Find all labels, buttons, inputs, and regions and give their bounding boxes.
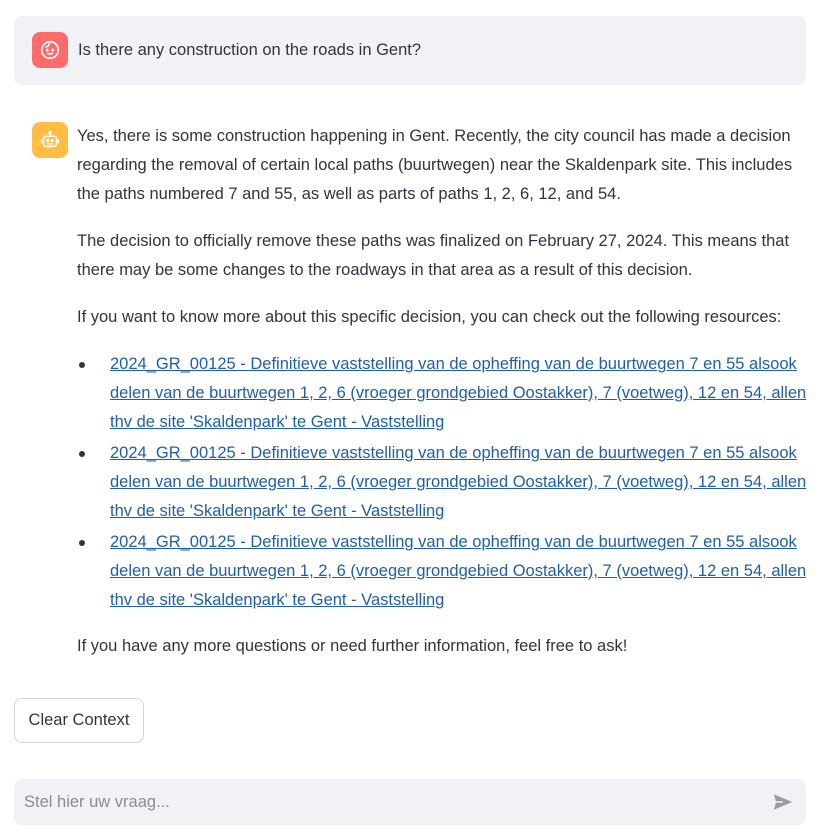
bullet-dot — [79, 451, 85, 457]
user-message-text: Is there any construction on the roads i… — [78, 41, 422, 59]
resource-link[interactable]: 2024_GR_00125 - Definitieve vaststelling… — [110, 533, 806, 609]
bullet-dot — [79, 540, 85, 546]
resource-list-item: 2024_GR_00125 - Definitieve vaststelling… — [79, 528, 807, 615]
user-face-icon — [40, 40, 60, 60]
resource-list-item: 2024_GR_00125 - Definitieve vaststelling… — [79, 439, 807, 526]
chat-page: Is there any construction on the roads i… — [0, 0, 832, 837]
assistant-paragraph: If you want to know more about this spec… — [77, 308, 782, 326]
assistant-avatar — [32, 122, 68, 158]
resource-link[interactable]: 2024_GR_00125 - Definitieve vaststelling… — [110, 355, 806, 431]
resource-link[interactable]: 2024_GR_00125 - Definitieve vaststelling… — [110, 444, 806, 520]
assistant-paragraph: Yes, there is some construction happenin… — [77, 127, 793, 203]
assistant-paragraph: The decision to officially remove these … — [77, 232, 790, 279]
user-message: Is there any construction on the roads i… — [14, 16, 806, 85]
clear-context-button[interactable]: Clear Context — [14, 698, 144, 743]
resource-list: 2024_GR_00125 - Definitieve vaststelling… — [77, 350, 807, 615]
user-avatar — [32, 32, 68, 68]
chat-input[interactable] — [14, 779, 754, 825]
send-button[interactable] — [770, 789, 796, 815]
assistant-message: Yes, there is some construction happenin… — [77, 122, 807, 679]
resource-list-item: 2024_GR_00125 - Definitieve vaststelling… — [79, 350, 807, 437]
assistant-closing: If you have any more questions or need f… — [77, 637, 628, 655]
send-arrow-icon — [773, 794, 793, 810]
robot-icon — [40, 130, 60, 148]
chat-input-container — [14, 779, 806, 825]
bullet-dot — [79, 362, 85, 368]
